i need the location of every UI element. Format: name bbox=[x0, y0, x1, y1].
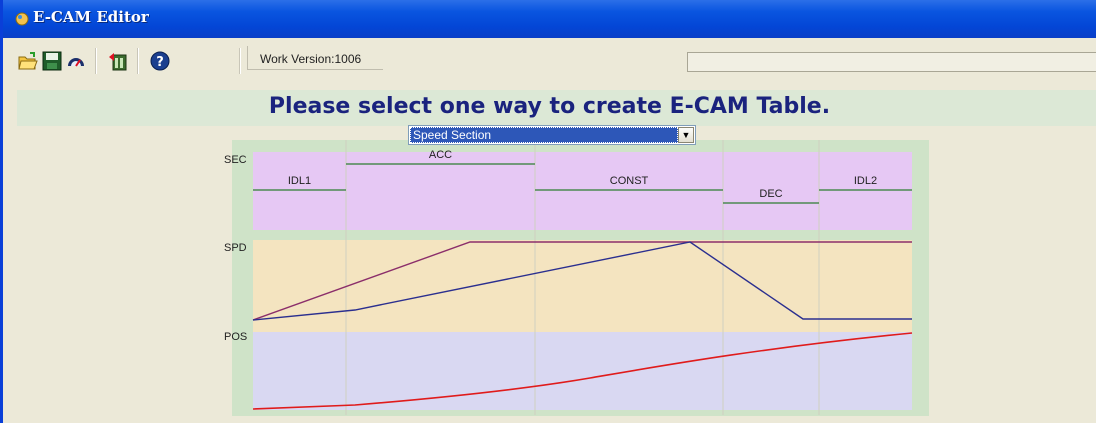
row-label: SPD bbox=[224, 242, 247, 254]
method-select[interactable]: Speed Section ▼ bbox=[408, 125, 696, 145]
section-label: IDL2 bbox=[854, 175, 877, 187]
row-label: POS bbox=[224, 331, 247, 343]
ecam-chart: SEC SPD POS IDL1 ACC CONST DEC IDL2 bbox=[224, 140, 929, 416]
method-select-value: Speed Section bbox=[410, 127, 678, 143]
chevron-down-icon[interactable]: ▼ bbox=[678, 127, 694, 143]
section-label: IDL1 bbox=[288, 175, 311, 187]
section-label: CONST bbox=[610, 175, 649, 187]
spd-band bbox=[253, 240, 912, 332]
section-label: DEC bbox=[759, 188, 782, 200]
section-label: ACC bbox=[429, 149, 452, 161]
row-label: SEC bbox=[224, 154, 247, 166]
